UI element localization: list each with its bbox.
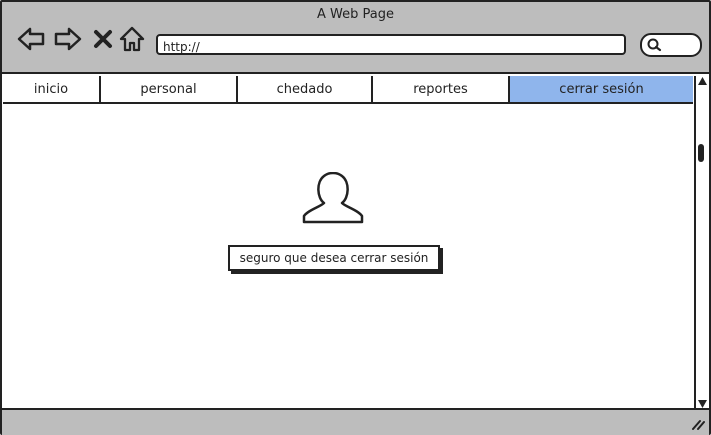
forward-arrow-icon[interactable] <box>53 24 83 54</box>
vertical-scrollbar[interactable] <box>694 76 709 409</box>
url-input[interactable] <box>158 39 603 55</box>
user-icon <box>302 172 364 224</box>
browser-titlebar: A Web Page <box>2 2 709 74</box>
tab-personal[interactable]: personal <box>101 76 238 102</box>
scroll-down-arrow-icon[interactable] <box>698 400 707 408</box>
close-x-icon[interactable] <box>88 24 118 54</box>
search-box[interactable] <box>640 33 702 57</box>
scroll-thumb[interactable] <box>698 144 704 162</box>
tab-inicio[interactable]: inicio <box>3 76 101 102</box>
nav-tabs: inicio personal chedado reportes cerrar … <box>3 76 693 104</box>
tab-cerrar-sesion[interactable]: cerrar sesión <box>510 76 693 102</box>
status-bar <box>2 408 709 435</box>
tab-chedado[interactable]: chedado <box>238 76 373 102</box>
window-title: A Web Page <box>317 7 394 22</box>
confirm-logout-button[interactable]: seguro que desea cerrar sesión <box>228 245 440 271</box>
browser-window: A Web Page inicio personal chedado repor… <box>0 0 711 435</box>
home-icon[interactable] <box>117 24 147 54</box>
resize-grip-icon[interactable] <box>691 418 705 430</box>
tab-reportes[interactable]: reportes <box>373 76 510 102</box>
address-bar[interactable] <box>156 34 626 55</box>
back-arrow-icon[interactable] <box>16 24 46 54</box>
scroll-up-arrow-icon[interactable] <box>698 77 707 85</box>
search-icon <box>647 38 662 52</box>
